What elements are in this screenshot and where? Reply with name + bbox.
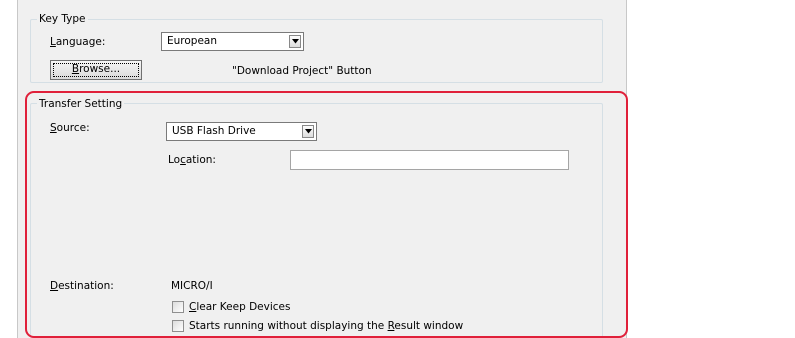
source-label: Source: [50,122,90,135]
transfer-setting-title-text: Transfer Setting [39,98,123,110]
starts-running-checkbox[interactable] [172,320,184,332]
destination-value: MICRO/I [171,280,213,292]
source-dropdown-button[interactable] [302,125,314,138]
browse-button-text: rowse... [79,63,121,75]
source-label-text: ource: [56,122,90,134]
location-label-post: ation: [185,154,216,166]
language-select[interactable]: European [161,32,304,51]
source-label-mnemonic: S [50,122,57,134]
browse-button[interactable]: Browse... [50,60,142,80]
key-type-title-text: Key Type [39,13,86,25]
language-label-text: anguage: [55,36,106,48]
location-label-pre: Lo [168,154,181,166]
starts-running-pre: Starts running without displaying the [189,320,388,332]
browse-button-mnemonic: B [71,63,80,75]
language-select-value: European [167,35,218,47]
clear-keep-text: lear Keep Devices [196,301,291,313]
starts-running-label[interactable]: Starts running without displaying the Re… [189,320,463,333]
location-input[interactable] [290,150,569,170]
download-project-note: "Download Project" Button [232,65,372,77]
starts-running-post: esult window [394,320,464,332]
chevron-down-icon [292,39,299,44]
location-label: Location: [168,154,216,167]
language-label: Language: [50,36,105,49]
chevron-down-icon [305,129,312,134]
clear-keep-devices-checkbox[interactable] [172,301,184,313]
destination-label-mnemonic: D [50,280,59,292]
source-select-value: USB Flash Drive [172,125,256,137]
key-type-group-title: Key Type [37,13,88,25]
transfer-setting-group-title: Transfer Setting [37,98,125,110]
clear-keep-devices-label[interactable]: Clear Keep Devices [189,301,290,314]
language-dropdown-button[interactable] [289,35,301,48]
destination-label: Destination: [50,280,114,293]
destination-label-text: estination: [58,280,114,292]
source-select[interactable]: USB Flash Drive [166,122,317,141]
